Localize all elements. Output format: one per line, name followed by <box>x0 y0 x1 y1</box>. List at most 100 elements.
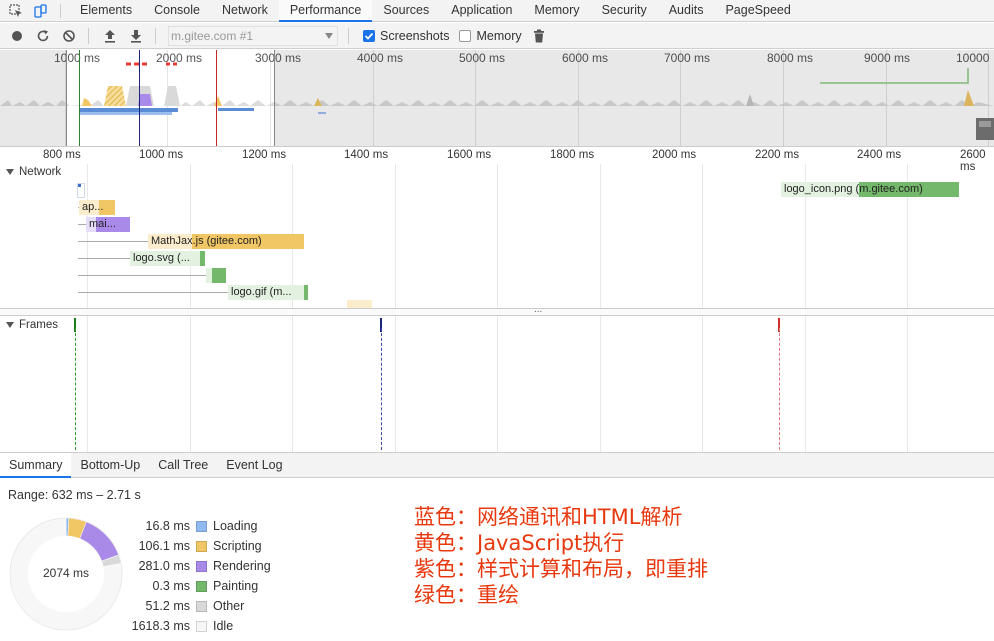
tab-elements[interactable]: Elements <box>69 0 143 22</box>
legend-row-other: 51.2 ms Other <box>110 596 271 616</box>
tab-memory[interactable]: Memory <box>523 0 590 22</box>
network-request-bar[interactable]: ap... <box>79 200 115 215</box>
tab-event-log[interactable]: Event Log <box>217 453 291 478</box>
network-track-header[interactable]: Network <box>6 166 61 178</box>
tab-application[interactable]: Application <box>440 0 523 22</box>
request-download-bar <box>304 285 308 300</box>
ruler-label: 1600 ms <box>447 149 492 161</box>
profile-select-value: m.gitee.com #1 <box>171 28 254 43</box>
legend-swatch <box>196 520 207 532</box>
request-download-bar <box>212 268 226 283</box>
tab-console[interactable]: Console <box>143 0 211 22</box>
ruler-label: 2200 ms <box>755 149 800 161</box>
legend-value: 16.8 ms <box>145 519 190 533</box>
network-request-bar[interactable] <box>77 183 85 198</box>
legend-value: 1618.3 ms <box>131 619 190 633</box>
frame-marker-line <box>75 328 76 450</box>
profile-select[interactable]: m.gitee.com #1 <box>168 25 338 46</box>
network-request-bar[interactable]: logo.svg (... <box>130 251 205 266</box>
legend-label: Other <box>213 599 245 613</box>
load-marker-line <box>216 50 217 146</box>
ruler-label: 1200 ms <box>242 149 287 161</box>
reload-button[interactable] <box>34 27 52 45</box>
tab-bottom-up[interactable]: Bottom-Up <box>71 453 149 478</box>
summary-range: Range: 632 ms – 2.71 s <box>8 488 141 502</box>
expand-triangle-icon[interactable] <box>6 322 14 328</box>
overview-selection-window[interactable] <box>66 50 275 146</box>
timeline-overview[interactable]: 1000 ms 2000 ms 3000 ms 4000 ms 5000 ms … <box>0 50 994 147</box>
inspect-element-icon[interactable] <box>8 3 24 19</box>
garbage-collect-icon[interactable] <box>530 27 548 45</box>
overview-dim-right <box>275 50 994 146</box>
tab-call-tree[interactable]: Call Tree <box>149 453 217 478</box>
network-request-bar[interactable]: mai... <box>86 217 130 232</box>
performance-toolbar: m.gitee.com #1 Screenshots Memory <box>0 23 994 49</box>
resize-grip-icon: ... <box>534 304 543 315</box>
annotation-green: 绿色：重绘 <box>414 583 519 607</box>
legend-label: Painting <box>213 579 259 593</box>
tab-security[interactable]: Security <box>591 0 658 22</box>
legend-label: Idle <box>213 619 234 633</box>
tab-network[interactable]: Network <box>211 0 279 22</box>
legend-label: Loading <box>213 519 258 533</box>
summary-legend: 16.8 ms Loading 106.1 ms Scripting 281.0… <box>110 516 271 636</box>
request-label: ap... <box>82 201 104 213</box>
request-wait-line <box>78 258 130 259</box>
legend-swatch <box>196 540 207 552</box>
ruler-label: 800 ms <box>43 149 81 161</box>
expand-triangle-icon[interactable] <box>6 169 14 175</box>
device-toolbar-icon[interactable] <box>32 3 48 19</box>
legend-row-scripting: 106.1 ms Scripting <box>110 536 271 556</box>
checkbox-unchecked-icon[interactable] <box>459 29 472 42</box>
network-request-bar[interactable]: logo.gif (m... <box>228 285 308 300</box>
color-annotation-notes: 蓝色：网络通讯和HTML解析 黄色：JavaScript执行 紫色：样式计算和布… <box>414 504 708 608</box>
network-request-bar[interactable]: MathJax.js (gitee.com) <box>148 234 304 249</box>
tab-audits[interactable]: Audits <box>658 0 715 22</box>
memory-checkbox[interactable]: Memory <box>459 28 522 43</box>
tab-sources[interactable]: Sources <box>372 0 440 22</box>
legend-label: Rendering <box>213 559 271 573</box>
request-wait-line <box>78 224 86 225</box>
save-profile-icon[interactable] <box>127 27 145 45</box>
tab-summary[interactable]: Summary <box>0 452 72 478</box>
ruler-label: 1800 ms <box>550 149 595 161</box>
clear-button[interactable] <box>60 27 78 45</box>
request-label: logo.gif (m... <box>231 286 292 298</box>
donut-total-label: 2074 ms <box>42 566 90 580</box>
screenshots-checkbox[interactable]: Screenshots <box>363 29 449 43</box>
request-download-bar <box>200 251 205 266</box>
toolbar-separator <box>348 27 349 44</box>
legend-value: 281.0 ms <box>138 559 190 573</box>
frame-marker-line <box>779 328 780 450</box>
track-resize-handle[interactable]: ... <box>0 304 994 316</box>
legend-value: 106.1 ms <box>138 539 190 553</box>
legend-row-rendering: 281.0 ms Rendering <box>110 556 271 576</box>
ruler-label: 1000 ms <box>139 149 184 161</box>
annotation-yellow: 黄色：JavaScript执行 <box>414 531 625 555</box>
network-request-bar[interactable]: logo_icon.png (m.gitee.com) <box>781 182 959 197</box>
devtools-tab-bar: Elements Console Network Performance Sou… <box>0 0 994 22</box>
overview-dim-left <box>0 50 66 146</box>
details-tab-bar: Summary Bottom-Up Call Tree Event Log <box>0 452 994 478</box>
legend-swatch <box>196 620 207 632</box>
toolbar-separator <box>88 27 89 44</box>
screenshots-label: Screenshots <box>380 28 450 43</box>
fmp-marker-line <box>139 50 140 146</box>
load-profile-icon[interactable] <box>101 27 119 45</box>
request-label: MathJax.js (gitee.com) <box>151 235 262 247</box>
legend-swatch <box>196 580 207 592</box>
network-request-bar[interactable] <box>347 300 372 308</box>
checkbox-checked-icon[interactable] <box>363 29 375 42</box>
request-label: logo_icon.png (m.gitee.com) <box>784 183 923 195</box>
frames-track-title: Frames <box>19 319 58 331</box>
tab-performance[interactable]: Performance <box>278 0 373 22</box>
memory-label: Memory <box>476 28 522 43</box>
legend-row-loading: 16.8 ms Loading <box>110 516 271 536</box>
frames-track-header[interactable]: Frames <box>6 319 58 331</box>
tab-pagespeed[interactable]: PageSpeed <box>714 0 801 22</box>
annotation-purple: 紫色：样式计算和布局，即重排 <box>414 557 708 581</box>
network-request-bar[interactable] <box>206 268 226 283</box>
record-button[interactable] <box>8 27 26 45</box>
legend-row-idle: 1618.3 ms Idle <box>110 616 271 636</box>
network-track-title: Network <box>19 166 62 178</box>
